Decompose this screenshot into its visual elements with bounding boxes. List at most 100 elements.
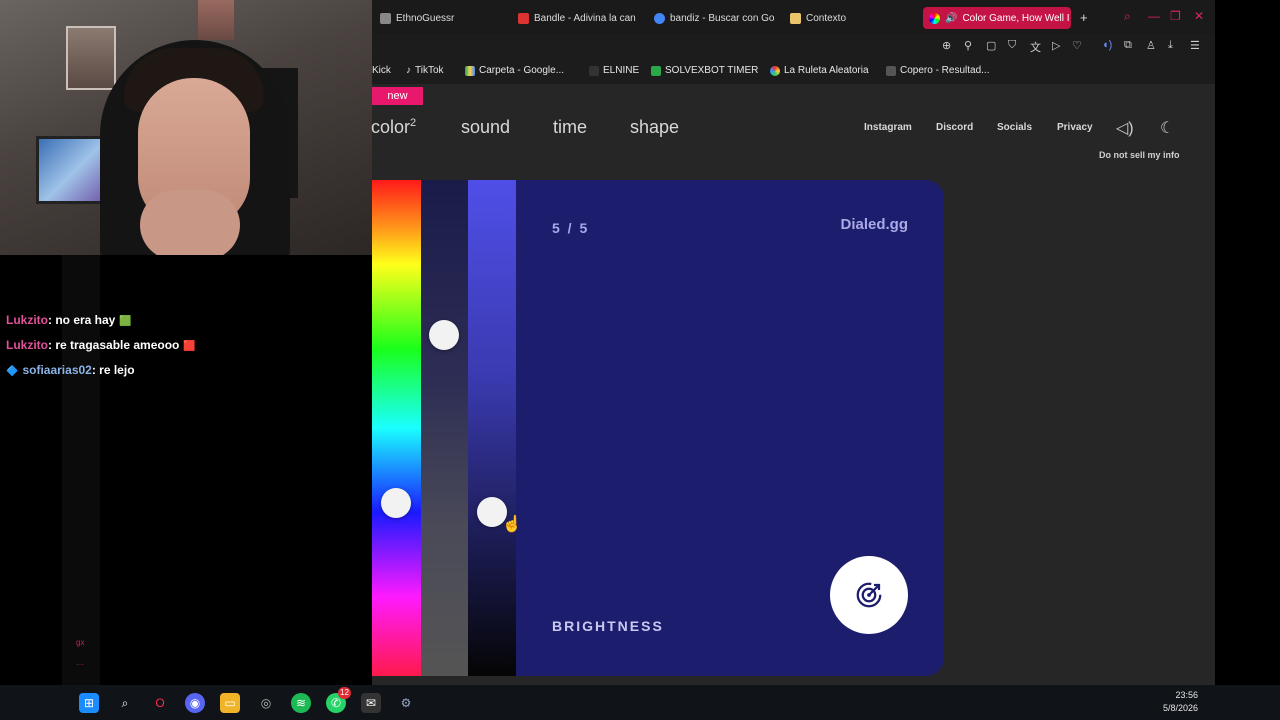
nav-shape[interactable]: shape: [630, 117, 679, 138]
taskbar-clock[interactable]: 23:56 5/8/2026: [1150, 689, 1198, 715]
chat-username: Lukzito: [6, 338, 48, 352]
nav-privacy[interactable]: Privacy: [1057, 122, 1093, 133]
zoom-icon[interactable]: ⊕: [942, 39, 951, 52]
tab-contexto[interactable]: Contexto: [790, 8, 890, 28]
chat-username: Lukzito: [6, 313, 48, 327]
tab-label: Color Game, How Well I: [962, 12, 1070, 24]
download-icon[interactable]: ⤓: [1168, 39, 1173, 52]
translate-icon[interactable]: 文: [1030, 39, 1041, 55]
profile-icon[interactable]: ♙: [1146, 39, 1156, 52]
nav-color[interactable]: color2: [371, 117, 416, 138]
saturation-slider[interactable]: [421, 180, 468, 676]
hue-slider[interactable]: [372, 180, 421, 676]
target-icon: [856, 582, 882, 608]
chat-username: sofiaarias02: [22, 363, 92, 377]
tab-favicon-icon: [518, 12, 529, 24]
chat-message: Lukzito: no era hay 🟩: [6, 313, 132, 327]
play-icon[interactable]: ▷: [1052, 39, 1060, 52]
chat-text: : re lejo: [91, 363, 135, 377]
emote-icon: 🟥: [183, 341, 196, 352]
tab-favicon-icon: [790, 12, 801, 24]
chat-message: 🔷 sofiaarias02: re lejo: [6, 363, 135, 377]
bookmark-kick[interactable]: Kick: [372, 65, 391, 76]
bookmark-label: TikTok: [415, 65, 444, 76]
saturation-slider-handle[interactable]: [429, 320, 459, 350]
folder-icon[interactable]: ▭: [220, 693, 240, 713]
browser-window: EthnoGuessr Bandle - Adivina la can band…: [371, 0, 1215, 685]
tab-color-game[interactable]: 🔊 Color Game, How Well I: [923, 7, 1071, 29]
tab-google-search[interactable]: bandiz - Buscar con Go: [654, 8, 776, 28]
nav-discord[interactable]: Discord: [936, 122, 973, 133]
close-icon[interactable]: ✕: [1194, 9, 1204, 23]
bookmark-label: Copero - Resultad...: [900, 65, 990, 76]
tab-ethnoguessr[interactable]: EthnoGuessr: [380, 8, 500, 28]
search-icon[interactable]: ⌕: [1124, 9, 1131, 24]
clock-date: 5/8/2026: [1162, 703, 1198, 713]
pin-icon[interactable]: ⚲: [964, 39, 972, 52]
submit-button[interactable]: [830, 556, 908, 634]
shield-icon[interactable]: ⛉: [1008, 39, 1016, 52]
color-game-card: ☝ 5 / 5 Dialed.gg BRIGHTNESS: [372, 180, 944, 676]
tab-bandle[interactable]: Bandle - Adivina la can: [518, 8, 640, 28]
discord-icon[interactable]: ◉: [185, 693, 205, 713]
screen: Lukzito: no era hay 🟩 Lukzito: re tragasa…: [0, 0, 1280, 720]
bookmark-ruleta[interactable]: La Ruleta Aleatoria: [770, 65, 869, 76]
tiktok-icon: ♪: [406, 65, 411, 76]
dark-mode-icon[interactable]: ☾: [1160, 118, 1174, 138]
bookmark-favicon-icon: [886, 65, 896, 76]
nav-color-label: color: [371, 117, 411, 137]
nav-color-sup: 2: [410, 117, 417, 129]
sound-icon[interactable]: ◖): [1102, 39, 1112, 51]
sound-toggle-icon[interactable]: ◁): [1116, 118, 1134, 138]
wall-poster: [66, 26, 116, 90]
opera-gx-icon[interactable]: O: [150, 693, 170, 713]
bookmark-copero[interactable]: Copero - Resultad...: [886, 65, 990, 76]
tab-bar: EthnoGuessr Bandle - Adivina la can band…: [372, 0, 1215, 34]
search-icon[interactable]: ⌕: [115, 693, 135, 713]
extensions-icon[interactable]: ⧉: [1124, 39, 1132, 52]
overlay-dots-icon: ···: [76, 660, 84, 669]
chat-text: : re tragasable ameooo: [48, 338, 180, 352]
chat-text: : no era hay: [48, 313, 116, 327]
new-tab-button[interactable]: +: [1080, 10, 1088, 25]
nav-do-not-sell[interactable]: Do not sell my info: [1099, 150, 1180, 160]
snapshot-icon[interactable]: ▢: [986, 39, 996, 52]
spotify-icon[interactable]: ≋: [291, 693, 311, 713]
nav-sound[interactable]: sound: [461, 117, 510, 138]
bookmark-label: SOLVEXBOT TIMER: [665, 65, 759, 76]
mouse-cursor-icon: ☝: [502, 516, 522, 533]
windows-start-icon[interactable]: ⊞: [79, 693, 99, 713]
site-brand: Dialed.gg: [840, 216, 908, 233]
bookmark-tiktok[interactable]: ♪ TikTok: [406, 65, 444, 76]
maximize-icon[interactable]: ❐: [1170, 9, 1181, 23]
tab-favicon-icon: [929, 12, 940, 24]
slider-label: BRIGHTNESS: [552, 618, 664, 634]
nav-socials[interactable]: Socials: [997, 122, 1032, 133]
hue-slider-handle[interactable]: [381, 488, 411, 518]
sub-badge-icon: 🔷: [6, 366, 19, 377]
bookmark-drive[interactable]: Carpeta - Google...: [465, 65, 564, 76]
bookmark-favicon-icon: [589, 65, 599, 76]
bookmark-solvexbot[interactable]: SOLVEXBOT TIMER: [651, 65, 758, 76]
bookmark-elnine[interactable]: ELNINE: [589, 65, 639, 76]
obs-icon[interactable]: ◎: [256, 693, 276, 713]
wall-poster: [198, 0, 234, 40]
bookmark-label: La Ruleta Aleatoria: [784, 65, 869, 76]
notification-badge: 12: [338, 687, 351, 699]
tab-label: EthnoGuessr: [396, 12, 455, 24]
mail-icon[interactable]: ✉: [361, 693, 381, 713]
tab-label: Bandle - Adivina la can: [534, 12, 636, 24]
menu-icon[interactable]: ☰: [1190, 39, 1200, 52]
google-icon: [654, 12, 665, 24]
heart-icon[interactable]: ♡: [1072, 39, 1082, 52]
bookmark-favicon-icon: [651, 65, 661, 76]
nav-instagram[interactable]: Instagram: [864, 122, 912, 133]
minimize-icon[interactable]: —: [1148, 9, 1160, 23]
tab-label: Contexto: [806, 12, 847, 24]
speaker-icon: 🔊: [945, 12, 958, 24]
steam-icon[interactable]: ⚙: [396, 693, 416, 713]
brightness-slider[interactable]: [468, 180, 516, 676]
bookmark-favicon-icon: [770, 65, 780, 76]
nav-time[interactable]: time: [553, 117, 587, 138]
bookmarks-bar: Kick ♪ TikTok Carpeta - Google... ELNINE …: [372, 58, 1215, 84]
